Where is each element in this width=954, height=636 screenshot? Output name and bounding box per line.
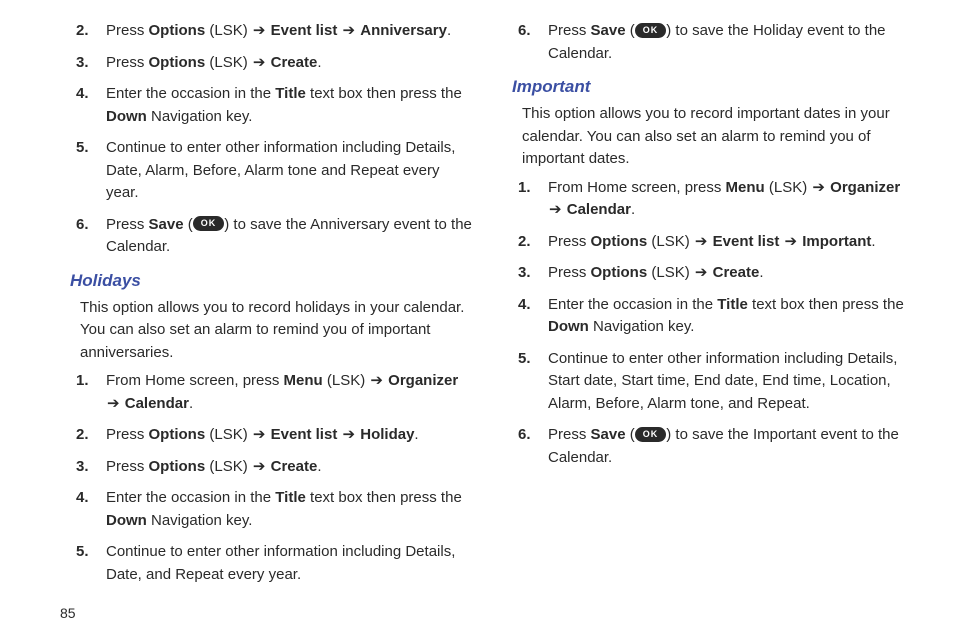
arrow-icon: ➔	[342, 20, 355, 43]
ok-button-icon: OK	[193, 216, 225, 231]
bold-text: Title	[717, 296, 748, 313]
step-item: 6.Press Save (OK) to save the Holiday ev…	[512, 20, 914, 65]
step-number: 1.	[518, 177, 531, 200]
step-item: 6.Press Save (OK) to save the Anniversar…	[70, 214, 472, 259]
holidays-heading: Holidays	[70, 271, 472, 291]
page-number: 85	[60, 605, 76, 621]
bold-text: Anniversary	[360, 22, 447, 39]
step-item: 2.Press Options (LSK) ➔ Event list ➔ Imp…	[512, 231, 914, 254]
arrow-icon: ➔	[549, 199, 562, 222]
bold-text: Title	[275, 489, 306, 506]
step-item: 2.Press Options (LSK) ➔ Event list ➔ Ann…	[70, 20, 472, 43]
step-item: 3.Press Options (LSK) ➔ Create.	[512, 262, 914, 285]
important-heading: Important	[512, 77, 914, 97]
arrow-icon: ➔	[695, 231, 708, 254]
step-number: 4.	[518, 294, 531, 317]
holidays-intro: This option allows you to record holiday…	[80, 297, 472, 365]
bold-text: Save	[591, 22, 626, 39]
step-number: 6.	[76, 214, 89, 237]
step-number: 6.	[518, 20, 531, 43]
step-number: 2.	[518, 231, 531, 254]
anniversary-steps: 2.Press Options (LSK) ➔ Event list ➔ Ann…	[70, 20, 472, 259]
bold-text: Organizer	[830, 179, 900, 196]
bold-text: Create	[271, 458, 318, 475]
bold-text: Event list	[271, 22, 338, 39]
step-item: 5.Continue to enter other information in…	[512, 348, 914, 416]
left-column: 2.Press Options (LSK) ➔ Event list ➔ Ann…	[70, 20, 472, 595]
bold-text: Menu	[284, 372, 323, 389]
bold-text: Options	[149, 458, 206, 475]
important-steps: 1.From Home screen, press Menu (LSK) ➔ O…	[512, 177, 914, 470]
arrow-icon: ➔	[695, 262, 708, 285]
bold-text: Menu	[726, 179, 765, 196]
step-number: 3.	[518, 262, 531, 285]
bold-text: Title	[275, 85, 306, 102]
step-item: 4.Enter the occasion in the Title text b…	[70, 83, 472, 128]
step-number: 2.	[76, 424, 89, 447]
bold-text: Organizer	[388, 372, 458, 389]
step-number: 4.	[76, 487, 89, 510]
step-item: 5.Continue to enter other information in…	[70, 541, 472, 586]
step-item: 1.From Home screen, press Menu (LSK) ➔ O…	[512, 177, 914, 222]
step-item: 4.Enter the occasion in the Title text b…	[512, 294, 914, 339]
right-column: 6.Press Save (OK) to save the Holiday ev…	[512, 20, 914, 595]
arrow-icon: ➔	[370, 370, 383, 393]
step-item: 1.From Home screen, press Menu (LSK) ➔ O…	[70, 370, 472, 415]
step-item: 3.Press Options (LSK) ➔ Create.	[70, 52, 472, 75]
arrow-icon: ➔	[253, 20, 266, 43]
bold-text: Options	[149, 426, 206, 443]
holidays-steps: 1.From Home screen, press Menu (LSK) ➔ O…	[70, 370, 472, 586]
important-intro: This option allows you to record importa…	[522, 103, 914, 171]
bold-text: Event list	[713, 233, 780, 250]
step-number: 2.	[76, 20, 89, 43]
step-item: 2.Press Options (LSK) ➔ Event list ➔ Hol…	[70, 424, 472, 447]
bold-text: Options	[149, 54, 206, 71]
step-number: 1.	[76, 370, 89, 393]
bold-text: Options	[149, 22, 206, 39]
bold-text: Down	[548, 318, 589, 335]
step-number: 4.	[76, 83, 89, 106]
step-number: 3.	[76, 52, 89, 75]
bold-text: Create	[271, 54, 318, 71]
page: 2.Press Options (LSK) ➔ Event list ➔ Ann…	[0, 0, 954, 605]
bold-text: Down	[106, 108, 147, 125]
bold-text: Calendar	[567, 201, 631, 218]
bold-text: Holiday	[360, 426, 414, 443]
arrow-icon: ➔	[342, 424, 355, 447]
step-item: 5.Continue to enter other information in…	[70, 137, 472, 205]
step-number: 5.	[518, 348, 531, 371]
arrow-icon: ➔	[784, 231, 797, 254]
step-number: 5.	[76, 137, 89, 160]
arrow-icon: ➔	[253, 424, 266, 447]
step-number: 6.	[518, 424, 531, 447]
bold-text: Event list	[271, 426, 338, 443]
arrow-icon: ➔	[812, 177, 825, 200]
bold-text: Save	[149, 216, 184, 233]
bold-text: Create	[713, 264, 760, 281]
bold-text: Save	[591, 426, 626, 443]
bold-text: Calendar	[125, 395, 189, 412]
step-item: 6.Press Save (OK) to save the Important …	[512, 424, 914, 469]
arrow-icon: ➔	[107, 393, 120, 416]
bold-text: Options	[591, 264, 648, 281]
step-number: 5.	[76, 541, 89, 564]
step-item: 3.Press Options (LSK) ➔ Create.	[70, 456, 472, 479]
ok-button-icon: OK	[635, 427, 667, 442]
bold-text: Down	[106, 512, 147, 529]
step-item: 4.Enter the occasion in the Title text b…	[70, 487, 472, 532]
holiday-save-step: 6.Press Save (OK) to save the Holiday ev…	[512, 20, 914, 65]
bold-text: Options	[591, 233, 648, 250]
ok-button-icon: OK	[635, 23, 667, 38]
bold-text: Important	[802, 233, 871, 250]
arrow-icon: ➔	[253, 52, 266, 75]
arrow-icon: ➔	[253, 456, 266, 479]
step-number: 3.	[76, 456, 89, 479]
